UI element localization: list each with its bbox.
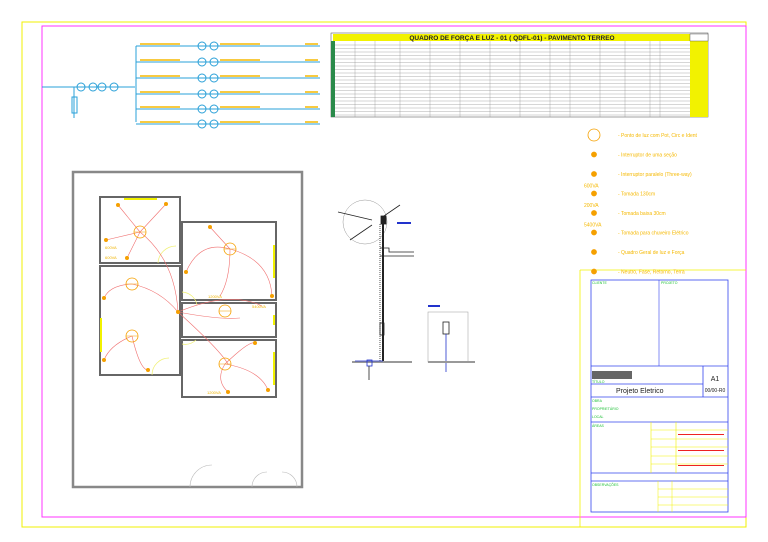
outlet-icon <box>208 225 212 229</box>
legend-power: 600VA <box>584 184 599 190</box>
outlet-icon <box>270 294 274 298</box>
project-title: Projeto Eletrico <box>616 388 664 395</box>
legend-label: - Tomada baixa 30cm <box>618 211 666 217</box>
legend-label: - Neutro, Fase, Retorno, Terra <box>618 270 685 276</box>
plan-power-label: 600VA <box>105 255 117 260</box>
legend-item: 600VA - Tomada 130cm <box>584 184 655 198</box>
outlet-icon <box>104 238 108 242</box>
outlet-icon <box>253 341 257 345</box>
plan-power-label: 5400VA <box>252 304 266 309</box>
legend-label: - Interruptor de uma seção <box>618 153 677 159</box>
legend-item: - Interruptor paralelo (Three-way) <box>591 171 692 178</box>
legend: - Ponto de luz com Pot, Circ e Ident - In… <box>584 128 698 276</box>
svg-text:CLIENTE: CLIENTE <box>592 281 607 285</box>
svg-text:TÍTULO: TÍTULO <box>592 380 605 384</box>
svg-text:LOCAL: LOCAL <box>592 415 604 419</box>
outlet-icon <box>125 256 129 260</box>
outlet-icon <box>164 202 168 206</box>
legend-item: - Interruptor de uma seção <box>591 151 677 159</box>
panel-table: QUADRO DE FORÇA E LUZ - 01 ( QDFL-01) - … <box>330 32 709 118</box>
panel-board-icon <box>591 249 597 255</box>
legend-item: 200VA - Tomada baixa 30cm <box>584 203 666 217</box>
svg-text:PROJETO: PROJETO <box>661 281 678 285</box>
floor-plan: 600VA 600VA 1200VA 5400VA 1200VA <box>71 170 304 489</box>
outlet-icon <box>226 390 230 394</box>
svg-text:OBRA: OBRA <box>592 399 603 403</box>
legend-label: - Ponto de luz com Pot, Circ e Ident <box>618 133 698 139</box>
outlet-icon <box>184 270 188 274</box>
three-way-switch-icon <box>591 171 597 177</box>
title-block: CLIENTE PROJETO TÍTULO Projeto Eletrico … <box>590 279 729 513</box>
legend-label: - Tomada para chuveiro Elétrico <box>618 231 689 237</box>
outlet-low-icon <box>591 210 597 216</box>
svg-text:OBSERVAÇÕES: OBSERVAÇÕES <box>592 482 619 487</box>
light-point-icon <box>587 128 601 142</box>
shower-outlet-icon <box>591 229 597 236</box>
legend-power: 200VA <box>584 203 599 209</box>
legend-label: - Quadro Geral de luz e Força <box>618 250 685 256</box>
wiring-icon <box>591 268 597 275</box>
legend-item: - Ponto de luz com Pot, Circ e Ident <box>587 128 698 142</box>
legend-label: - Interruptor paralelo (Three-way) <box>618 172 692 178</box>
svg-text:ÁREAS: ÁREAS <box>592 424 605 428</box>
outlet-icon <box>116 203 120 207</box>
outlet-icon <box>102 296 106 300</box>
panel-table-title: QUADRO DE FORÇA E LUZ - 01 ( QDFL-01) - … <box>409 35 614 42</box>
sheet-revision: 00/00-R0 <box>705 388 726 394</box>
plan-power-label: 1200VA <box>207 390 221 395</box>
outlet-icon <box>266 388 270 392</box>
plan-power-label: 1200VA <box>208 294 222 299</box>
legend-item: 5400VA - Tomada para chuveiro Elétrico <box>584 223 689 237</box>
outlet-high-icon <box>591 190 597 197</box>
svg-text:PROPRIETÁRIO: PROPRIETÁRIO <box>592 407 619 411</box>
legend-item: - Quadro Geral de luz e Força <box>591 249 685 256</box>
outlet-icon <box>146 368 150 372</box>
plan-power-label: 600VA <box>105 245 117 250</box>
outlet-icon <box>102 358 106 362</box>
legend-power: 5400VA <box>584 223 602 229</box>
sheet-format: A1 <box>711 376 720 383</box>
legend-label: - Tomada 130cm <box>618 192 655 198</box>
service-entrance-detail <box>337 199 475 380</box>
single-line-diagram <box>42 41 320 129</box>
outlet-icon <box>176 310 180 314</box>
drawing-sheet: QUADRO DE FORÇA E LUZ - 01 ( QDFL-01) - … <box>21 21 747 528</box>
single-switch-icon <box>591 151 597 158</box>
